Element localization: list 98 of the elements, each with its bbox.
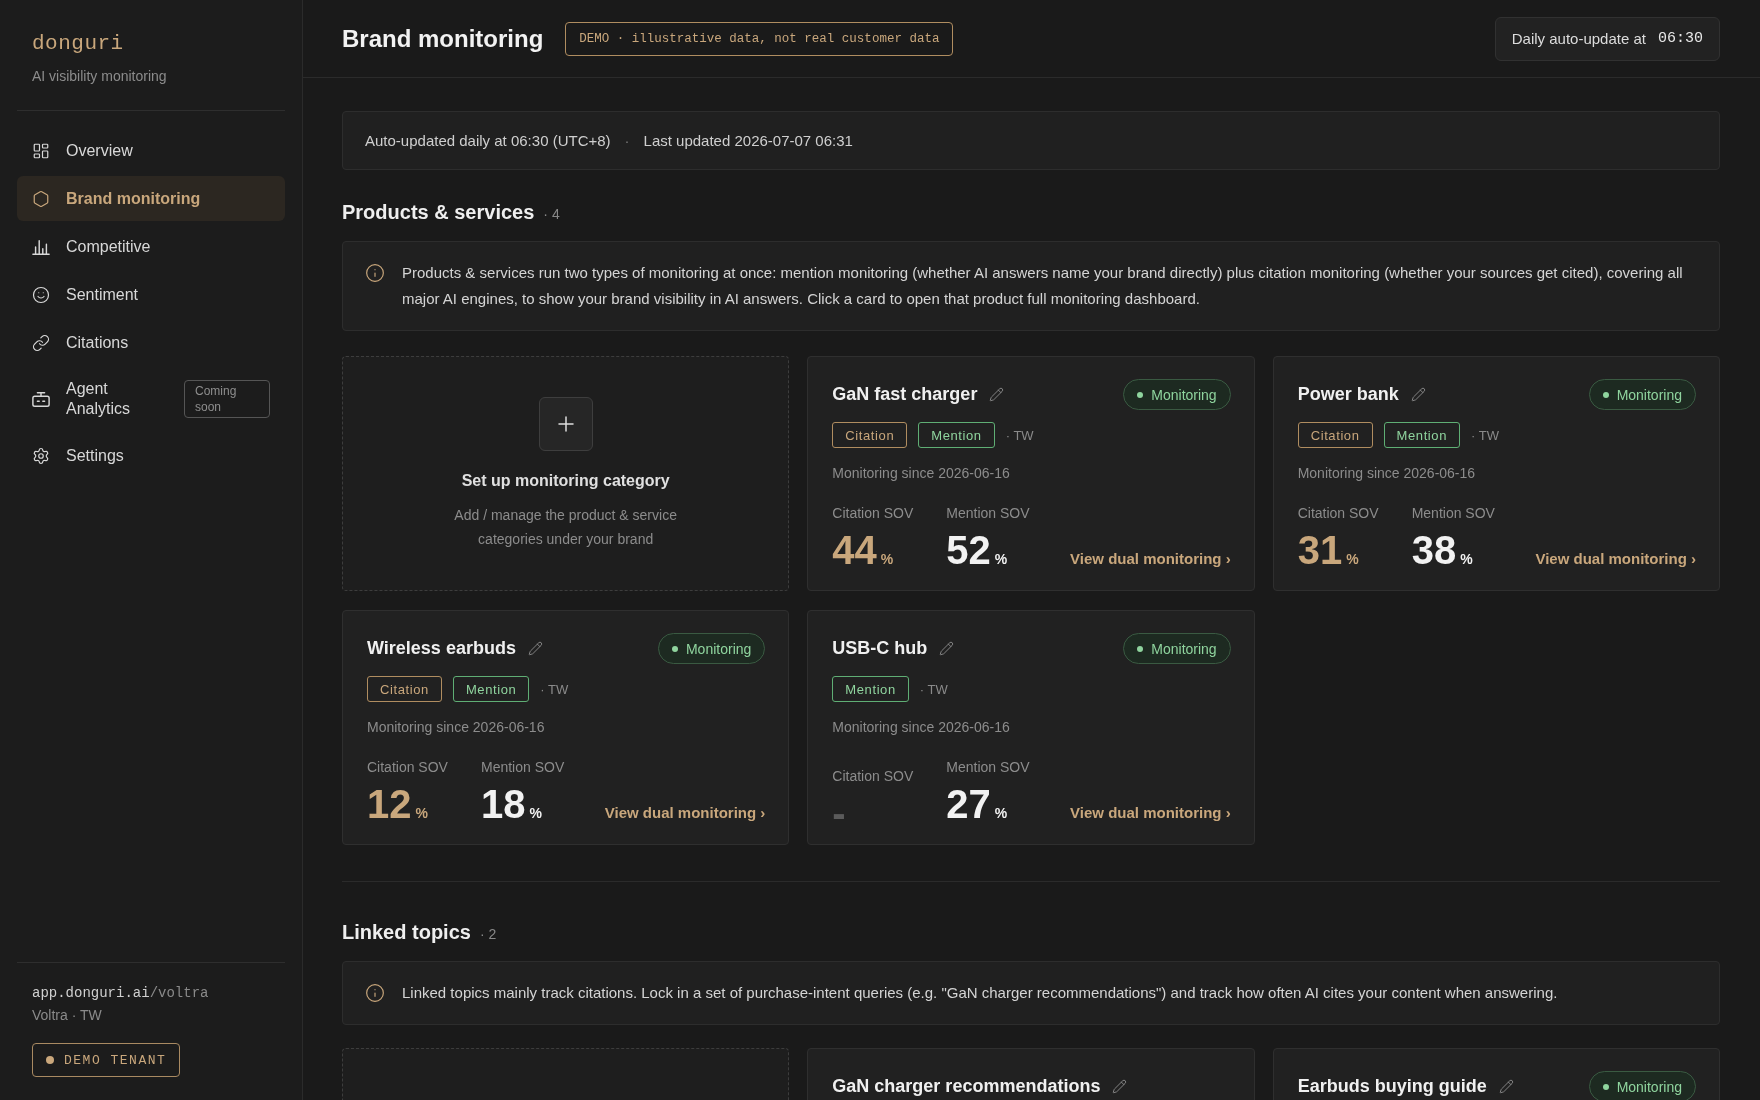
metric-value: 27% — [946, 782, 1008, 828]
type-tag: Mention — [1383, 422, 1460, 448]
metric-value: 12% — [367, 782, 428, 828]
nav-item[interactable]: Sentiment — [17, 272, 285, 317]
monitoring-card[interactable]: GaN fast charger Monitoring Citation Mention · TW Monitoring since 2026-06-16 Citation SOV 44% Mention SOV 52% View dual monitoring › — [807, 356, 1255, 591]
link-icon — [32, 333, 50, 352]
section-title: Products & services — [342, 200, 535, 224]
section-count: · 2 — [479, 926, 497, 942]
card-title: GaN fast charger — [832, 384, 978, 405]
card-title: Power bank — [1297, 384, 1399, 405]
status-dot-icon — [1137, 391, 1144, 398]
card-title: GaN charger recommendations — [832, 1076, 1101, 1097]
add-card-title: Set up monitoring category — [461, 470, 670, 491]
card-title: Earbuds buying guide — [1297, 1076, 1487, 1097]
card-title: USB-C hub — [832, 638, 928, 659]
view-dual-monitoring-link[interactable]: View dual monitoring › — [1070, 549, 1231, 569]
monitoring-card[interactable]: Power bank Monitoring Citation Mention · TW Monitoring since 2026-06-16 Citation SOV 31% Mention SOV 38% View dual monitoring › — [1272, 356, 1720, 591]
nav-item[interactable]: Overview — [17, 128, 285, 173]
metric-label: Mention SOV — [946, 504, 1030, 523]
metric-label: Citation SOV — [832, 504, 914, 523]
type-tag: Mention — [918, 422, 995, 448]
schedule-label: Daily auto-update at — [1511, 30, 1646, 47]
section-count: · 4 — [543, 206, 560, 222]
type-tag: Mention — [832, 676, 909, 702]
view-dual-monitoring-link[interactable]: View dual monitoring › — [604, 803, 766, 823]
status-dot-icon — [1137, 645, 1144, 652]
monitoring-card[interactable]: Earbuds buying guide Monitoring — [1272, 1048, 1720, 1100]
metric-value: 31% — [1297, 528, 1359, 574]
type-tag: Citation — [367, 676, 442, 702]
add-card-description: Add / manage the product & service categories under your brand — [453, 505, 678, 549]
robot-icon — [32, 390, 50, 408]
metric-label: Mention SOV — [946, 758, 1030, 777]
workspace-url: app.donguri.ai/voltra — [32, 984, 209, 1003]
pencil-icon[interactable] — [1410, 387, 1426, 402]
logo: donguri — [32, 31, 124, 57]
metric-value: 52% — [946, 528, 1008, 574]
monitoring-since: Monitoring since 2026-06-16 — [1297, 464, 1477, 483]
monitoring-card[interactable]: GaN charger recommendations — [807, 1048, 1255, 1100]
pencil-icon[interactable] — [939, 641, 955, 656]
smile-icon — [32, 285, 50, 304]
settings-icon — [32, 446, 50, 465]
last-updated: Last updated 2026-07-07 06:31 — [643, 132, 853, 149]
status-dot-icon — [1602, 391, 1609, 398]
status-pill: Monitoring — [1123, 379, 1231, 410]
info-text: Linked topics mainly track citations. Lock in a set of purchase-intent queries (e.g. "GaN charger recommendations") and track how often AI cites your content when answering. — [402, 983, 1558, 1003]
nav-item[interactable]: Citations — [17, 320, 285, 365]
region-text: · TW — [540, 681, 569, 697]
coming-soon-badge: Coming soon — [184, 380, 270, 418]
hexagon-icon — [32, 189, 50, 208]
tagline: AI visibility monitoring — [32, 67, 167, 86]
nav-item[interactable]: Competitive — [17, 224, 285, 269]
nav-item[interactable]: Agent Analytics Coming soon — [17, 368, 285, 430]
type-tag: Mention — [452, 676, 530, 702]
info-icon — [365, 263, 385, 283]
metric-label: Citation SOV — [1297, 504, 1379, 523]
separator: · — [624, 132, 630, 149]
card-title: Wireless earbuds — [367, 638, 516, 659]
metric-label: Mention SOV — [481, 758, 565, 777]
monitoring-since: Monitoring since 2026-06-16 — [832, 464, 1011, 483]
monitoring-since: Monitoring since 2026-06-16 — [367, 718, 546, 737]
info-icon — [365, 983, 385, 1003]
page-title: Brand monitoring — [342, 24, 544, 53]
status-dot-icon — [1602, 1083, 1609, 1090]
metric-value: 44% — [832, 528, 894, 574]
type-tag: Citation — [1297, 422, 1373, 448]
status-pill: Monitoring — [1123, 633, 1231, 664]
metric-label: Citation SOV — [367, 758, 448, 777]
nav-item[interactable]: Brand monitoring — [17, 176, 285, 221]
status-pill: Monitoring — [1588, 1071, 1696, 1100]
view-dual-monitoring-link[interactable]: View dual monitoring › — [1070, 803, 1231, 823]
metric-label: Mention SOV — [1411, 504, 1495, 523]
region-text: · TW — [1471, 427, 1499, 443]
dot-icon — [46, 1056, 54, 1064]
demo-tenant-badge: DEMO TENANT — [32, 1043, 181, 1077]
demo-badge: DEMO · illustrative data, not real customer data — [565, 21, 954, 56]
monitoring-since: Monitoring since 2026-06-16 — [832, 718, 1011, 737]
status-pill: Monitoring — [657, 633, 766, 664]
pencil-icon[interactable] — [1112, 1079, 1128, 1094]
region-text: · TW — [919, 681, 948, 697]
monitoring-card[interactable]: Wireless earbuds Monitoring Citation Mention · TW Monitoring since 2026-06-16 Citation SOV 12% Mention SOV 18% View dual monitoring › — [342, 610, 790, 845]
pencil-icon[interactable] — [1498, 1079, 1514, 1094]
pencil-icon[interactable] — [527, 641, 543, 656]
region-text: · TW — [1005, 427, 1034, 443]
dashboard-icon — [32, 141, 50, 160]
metric-value: 38% — [1411, 528, 1473, 574]
nav-item[interactable]: Settings — [17, 433, 285, 478]
bar-chart-icon — [32, 237, 50, 256]
schedule-time: 06:30 — [1658, 30, 1703, 47]
type-tag: Citation — [832, 422, 908, 448]
status-dot-icon — [671, 645, 678, 652]
tenant-name: Voltra · TW — [32, 1006, 102, 1025]
view-dual-monitoring-link[interactable]: View dual monitoring › — [1535, 549, 1696, 569]
update-schedule: Auto-updated daily at 06:30 (UTC+8) — [365, 132, 611, 149]
status-pill: Monitoring — [1588, 379, 1696, 410]
metric-value: 18% — [481, 782, 542, 828]
section-title: Linked topics — [342, 920, 471, 944]
info-text: Products & services run two types of monitoring at once: mention monitoring (whether AI answers name your brand directly) plus citation monitoring (whether your sources get cited), covering all major AI engines, to show your brand visibility in AI answers. Click a card to open that product full monitoring dashboard. — [402, 263, 1684, 309]
pencil-icon[interactable] — [989, 387, 1005, 402]
